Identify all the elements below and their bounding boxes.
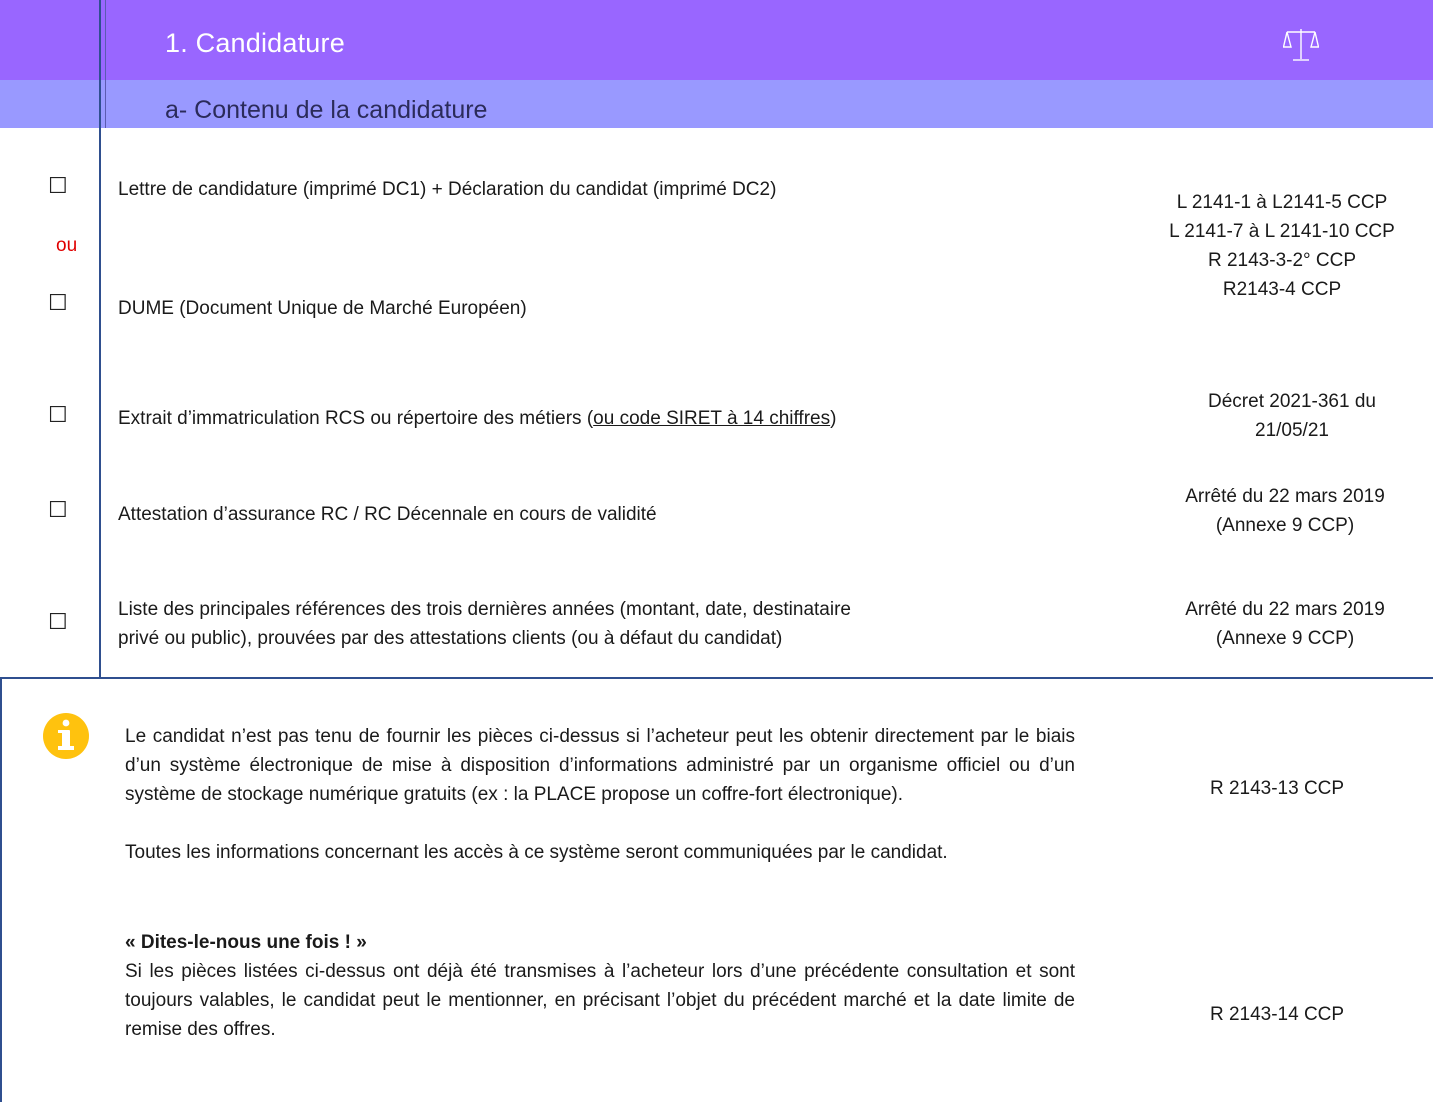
- or-label: ou: [56, 235, 78, 256]
- checkbox-rcs[interactable]: ☐: [48, 403, 68, 428]
- section-divider: [0, 677, 1433, 679]
- reference-dc-dume: L 2141-1 à L2141-5 CCP L 2141-7 à L 2141…: [1169, 192, 1395, 300]
- reference-references: Arrêté du 22 mars 2019 (Annexe 9 CCP): [1185, 599, 1385, 649]
- item-references: Liste des principales références des tro…: [118, 599, 851, 649]
- reference-r2143-14: R 2143-14 CCP: [1209, 1004, 1345, 1025]
- reference-assurance: Arrêté du 22 mars 2019 (Annexe 9 CCP): [1185, 486, 1385, 536]
- checkbox-dume[interactable]: ☐: [48, 291, 68, 316]
- item-assurance: Attestation d’assurance RC / RC Décennal…: [118, 504, 657, 525]
- checkbox-references[interactable]: ☐: [48, 610, 68, 635]
- item-dume: DUME (Document Unique de Marché Européen…: [118, 298, 527, 319]
- reference-rcs: Décret 2021-361 du 21/05/21: [1208, 391, 1376, 441]
- item-dc1-dc2: Lettre de candidature (imprimé DC1) + Dé…: [118, 179, 777, 200]
- column-divider-inner: [105, 0, 106, 128]
- column-divider: [99, 0, 101, 679]
- info-paragraph-3: Si les pièces listées ci-dessus ont déjà…: [125, 961, 1075, 1040]
- info-paragraph-2: Toutes les informations concernant les a…: [125, 842, 948, 863]
- reference-r2143-13: R 2143-13 CCP: [1209, 778, 1345, 799]
- box-left-border: [0, 679, 2, 1102]
- scale-icon: [1283, 29, 1319, 61]
- checkbox-assurance[interactable]: ☐: [48, 498, 68, 523]
- item-rcs: Extrait d’immatriculation RCS ou réperto…: [118, 408, 837, 429]
- siret-underlined: ou code SIRET à 14 chiffres: [593, 408, 831, 429]
- checkbox-dc1-dc2[interactable]: ☐: [48, 174, 68, 199]
- info-paragraph-1: Le candidat n’est pas tenu de fournir le…: [125, 726, 1075, 805]
- section-title: 1. Candidature: [165, 28, 345, 58]
- info-icon: [43, 713, 89, 759]
- subsection-title: a- Contenu de la candidature: [165, 96, 488, 124]
- dites-le-nous-heading: « Dites-le-nous une fois ! »: [125, 932, 367, 953]
